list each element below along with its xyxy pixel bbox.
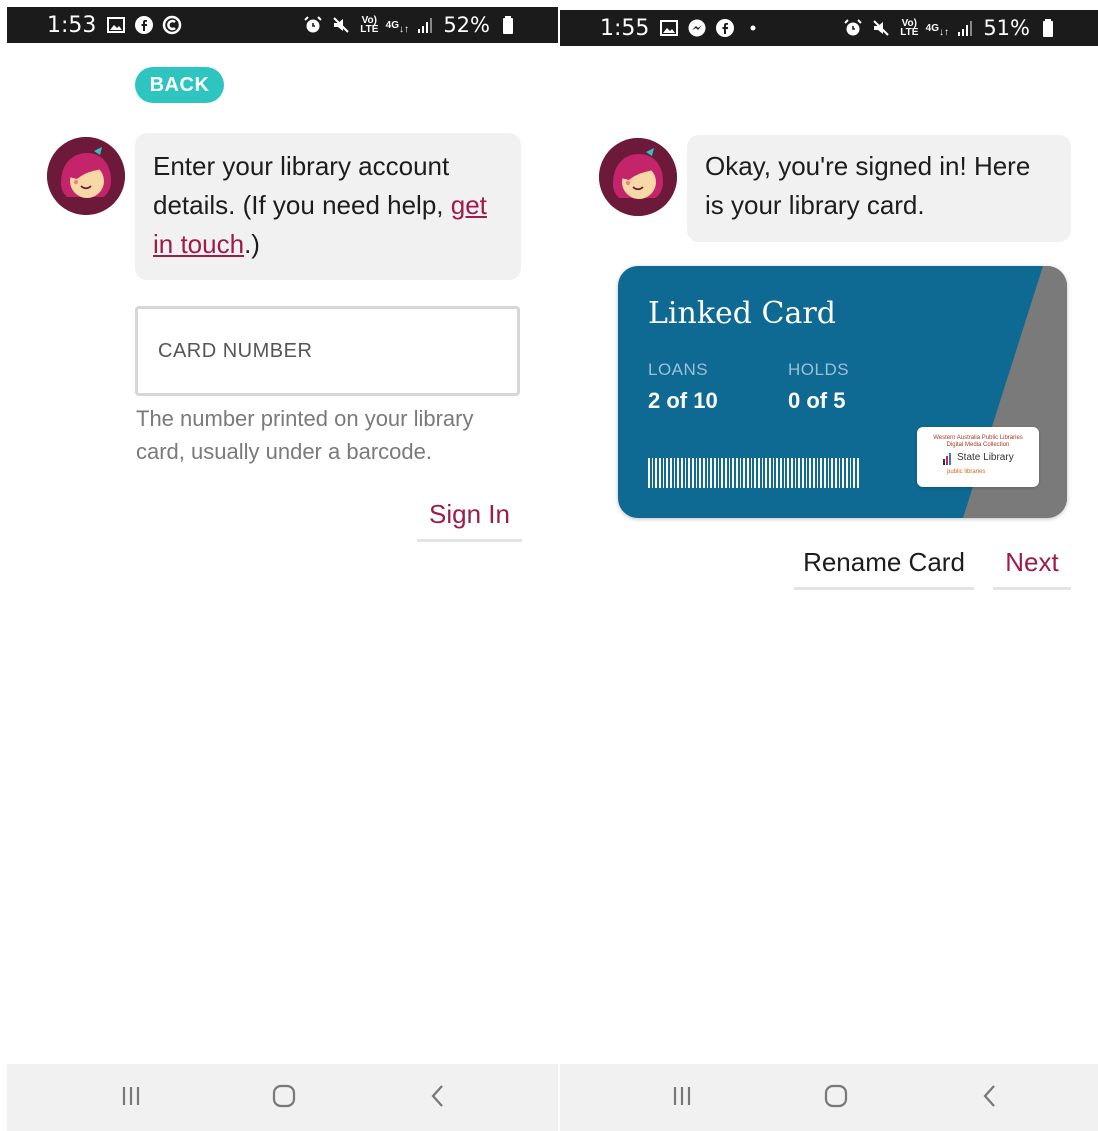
status-bar: 1:53 Vo) LTE 4G ↓↑ 52% — [7, 7, 558, 43]
button-underline — [417, 539, 522, 542]
next-label: Next — [1005, 547, 1059, 577]
message-text: Enter your library account details. (If … — [153, 151, 451, 220]
card-linked-screen: 1:55 Vo) LTE 4G ↓↑ 51% Okay, you're sign… — [560, 0, 1098, 1131]
messenger-icon — [687, 18, 707, 38]
home-icon — [269, 1081, 299, 1116]
button-underline — [794, 587, 974, 590]
next-button[interactable]: Next — [993, 540, 1071, 590]
alarm-icon — [303, 15, 323, 35]
message-text-end: .) — [244, 229, 260, 259]
image-icon — [659, 18, 679, 38]
c-app-icon — [162, 15, 182, 35]
holds-label: HOLDS — [788, 360, 850, 379]
loans-label: LOANS — [648, 360, 709, 379]
signal-icon — [955, 18, 975, 38]
barcode — [648, 458, 890, 488]
sign-in-button[interactable]: Sign In — [417, 492, 522, 542]
library-card[interactable]: Linked Card LOANS 2 of 10 HOLDS 0 of 5 W… — [618, 266, 1067, 518]
signal-icon — [415, 15, 435, 35]
holds-value: 0 of 5 — [788, 388, 846, 413]
libby-avatar — [599, 138, 677, 216]
4g-icon: 4G ↓↑ — [385, 19, 409, 35]
sign-in-label: Sign In — [429, 499, 510, 529]
battery-percent: 52% — [443, 13, 490, 37]
navigation-bar — [7, 1064, 558, 1131]
button-underline — [993, 587, 1071, 590]
alarm-icon — [843, 18, 863, 38]
logo-sub: public libraries — [947, 469, 986, 475]
battery-icon — [1038, 18, 1058, 38]
battery-icon — [498, 15, 518, 35]
mute-icon — [871, 18, 891, 38]
recent-apps-icon — [667, 1081, 697, 1116]
4g-icon: 4G ↓↑ — [925, 22, 949, 38]
signed-in-message: Okay, you're signed in! Here is your lib… — [687, 135, 1071, 242]
library-logo: Western Australia Public Libraries Digita… — [917, 427, 1039, 487]
recent-apps-button[interactable] — [662, 1080, 702, 1116]
card-number-hint: The number printed on your library card,… — [136, 406, 474, 464]
status-time: 1:55 — [600, 15, 650, 41]
battery-percent: 51% — [983, 16, 1030, 40]
image-icon — [106, 15, 126, 35]
instruction-message: Enter your library account details. (If … — [135, 133, 521, 280]
libby-avatar — [47, 137, 125, 215]
navigation-bar — [560, 1064, 1098, 1131]
recent-apps-icon — [116, 1081, 146, 1116]
home-icon — [821, 1081, 851, 1116]
login-screen: 1:53 Vo) LTE 4G ↓↑ 52% BACK Enter your l… — [7, 0, 558, 1131]
mute-icon — [331, 15, 351, 35]
rename-card-button[interactable]: Rename Card — [794, 540, 974, 590]
nav-back-button[interactable] — [970, 1080, 1010, 1116]
card-title: Linked Card — [648, 296, 836, 331]
home-button[interactable] — [816, 1080, 856, 1116]
logo-name: State Library — [957, 452, 1014, 463]
home-button[interactable] — [264, 1080, 304, 1116]
volte-icon: Vo) LTE — [900, 18, 919, 38]
facebook-icon — [715, 18, 735, 38]
rename-card-label: Rename Card — [803, 547, 965, 577]
status-time: 1:53 — [47, 12, 97, 38]
card-number-field[interactable] — [135, 306, 520, 396]
dot-icon — [743, 18, 763, 38]
nav-back-button[interactable] — [418, 1080, 458, 1116]
card-number-input[interactable] — [138, 309, 517, 393]
facebook-icon — [134, 15, 154, 35]
logo-text: Western Australia Public Libraries Digita… — [933, 435, 1023, 448]
recent-apps-button[interactable] — [111, 1080, 151, 1116]
loans-value: 2 of 10 — [648, 388, 718, 413]
back-button[interactable]: BACK — [135, 67, 224, 103]
library-logo-icon — [943, 453, 951, 465]
status-bar: 1:55 Vo) LTE 4G ↓↑ 51% — [560, 10, 1098, 46]
back-icon — [423, 1081, 453, 1116]
volte-icon: Vo) LTE — [360, 15, 379, 35]
back-icon — [975, 1081, 1005, 1116]
